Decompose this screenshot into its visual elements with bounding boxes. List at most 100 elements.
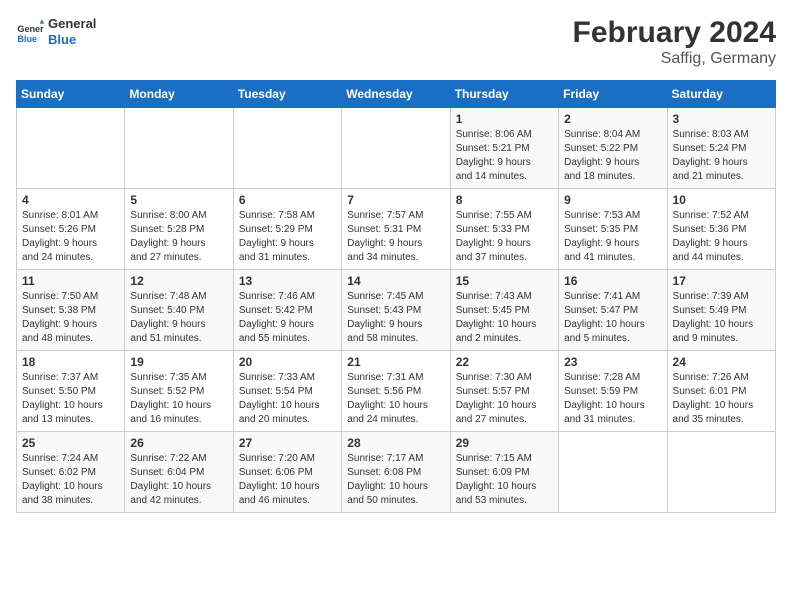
- day-number: 21: [347, 355, 444, 369]
- week-row-5: 25 Sunrise: 7:24 AM Sunset: 6:02 PM Dayli…: [17, 432, 776, 513]
- day-detail: Sunrise: 8:06 AM Sunset: 5:21 PM Dayligh…: [456, 128, 553, 184]
- calendar-cell: 19Sunrise: 7:35 AM Sunset: 5:52 PM Dayli…: [125, 351, 233, 432]
- day-number: 29: [456, 436, 553, 450]
- calendar-cell: 8 Sunrise: 7:55 AM Sunset: 5:33 PM Daylig…: [450, 189, 558, 270]
- day-detail: Sunrise: 8:04 AM Sunset: 5:22 PM Dayligh…: [564, 128, 661, 184]
- title-block: February 2024 Saffig, Germany: [573, 16, 776, 68]
- calendar-cell: 25 Sunrise: 7:24 AM Sunset: 6:02 PM Dayli…: [17, 432, 125, 513]
- day-number: 10: [673, 193, 770, 207]
- day-detail: Sunrise: 7:26 AM Sunset: 6:01 PM Dayligh…: [673, 371, 770, 427]
- calendar-cell: 14 Sunrise: 7:45 AM Sunset: 5:43 PM Dayli…: [342, 270, 450, 351]
- calendar-cell: 11 Sunrise: 7:50 AM Sunset: 5:38 PM Dayli…: [17, 270, 125, 351]
- day-detail: Sunrise: 8:01 AM Sunset: 5:26 PM Dayligh…: [22, 209, 119, 265]
- calendar-cell: 9 Sunrise: 7:53 AM Sunset: 5:35 PM Daylig…: [559, 189, 667, 270]
- day-number: 25: [22, 436, 119, 450]
- day-detail: Sunrise: 7:55 AM Sunset: 5:33 PM Dayligh…: [456, 209, 553, 265]
- day-number: 22: [456, 355, 553, 369]
- header-sunday: Sunday: [17, 81, 125, 108]
- header-tuesday: Tuesday: [233, 81, 341, 108]
- day-number: 14: [347, 274, 444, 288]
- logo-blue: Blue: [48, 32, 96, 48]
- calendar-cell: [17, 108, 125, 189]
- header-saturday: Saturday: [667, 81, 775, 108]
- day-number: 20: [239, 355, 336, 369]
- day-number: 2: [564, 112, 661, 126]
- header-monday: Monday: [125, 81, 233, 108]
- day-number: 18: [22, 355, 119, 369]
- day-detail: Sunrise: 7:20 AM Sunset: 6:06 PM Dayligh…: [239, 452, 336, 508]
- calendar-cell: 21 Sunrise: 7:31 AM Sunset: 5:56 PM Dayli…: [342, 351, 450, 432]
- header-thursday: Thursday: [450, 81, 558, 108]
- calendar-cell: 2 Sunrise: 8:04 AM Sunset: 5:22 PM Daylig…: [559, 108, 667, 189]
- day-number: 9: [564, 193, 661, 207]
- day-number: 24: [673, 355, 770, 369]
- day-detail: Sunrise: 7:17 AM Sunset: 6:08 PM Dayligh…: [347, 452, 444, 508]
- calendar-cell: 7 Sunrise: 7:57 AM Sunset: 5:31 PM Daylig…: [342, 189, 450, 270]
- day-detail: Sunrise: 7:50 AM Sunset: 5:38 PM Dayligh…: [22, 290, 119, 346]
- day-number: 16: [564, 274, 661, 288]
- calendar-cell: 13 Sunrise: 7:46 AM Sunset: 5:42 PM Dayli…: [233, 270, 341, 351]
- day-number: 6: [239, 193, 336, 207]
- calendar-cell: 29 Sunrise: 7:15 AM Sunset: 6:09 PM Dayli…: [450, 432, 558, 513]
- day-number: 26: [130, 436, 227, 450]
- day-number: 5: [130, 193, 227, 207]
- calendar-body: 1 Sunrise: 8:06 AM Sunset: 5:21 PM Daylig…: [17, 108, 776, 513]
- calendar-cell: 20 Sunrise: 7:33 AM Sunset: 5:54 PM Dayli…: [233, 351, 341, 432]
- day-detail: Sunrise: 7:57 AM Sunset: 5:31 PM Dayligh…: [347, 209, 444, 265]
- calendar-cell: 18 Sunrise: 7:37 AM Sunset: 5:50 PM Dayli…: [17, 351, 125, 432]
- calendar-cell: 24 Sunrise: 7:26 AM Sunset: 6:01 PM Dayli…: [667, 351, 775, 432]
- day-detail: Sunrise: 7:24 AM Sunset: 6:02 PM Dayligh…: [22, 452, 119, 508]
- calendar-header: SundayMondayTuesdayWednesdayThursdayFrid…: [17, 81, 776, 108]
- day-detail: Sunrise: 8:00 AM Sunset: 5:28 PM Dayligh…: [130, 209, 227, 265]
- page-title: February 2024: [573, 16, 776, 50]
- day-number: 23: [564, 355, 661, 369]
- calendar-cell: 4Sunrise: 8:01 AM Sunset: 5:26 PM Daylig…: [17, 189, 125, 270]
- day-detail: Sunrise: 7:52 AM Sunset: 5:36 PM Dayligh…: [673, 209, 770, 265]
- day-number: 7: [347, 193, 444, 207]
- week-row-3: 11 Sunrise: 7:50 AM Sunset: 5:38 PM Dayli…: [17, 270, 776, 351]
- logo-general: General: [48, 16, 96, 32]
- day-number: 28: [347, 436, 444, 450]
- day-number: 13: [239, 274, 336, 288]
- day-detail: Sunrise: 7:58 AM Sunset: 5:29 PM Dayligh…: [239, 209, 336, 265]
- calendar-cell: 16 Sunrise: 7:41 AM Sunset: 5:47 PM Dayli…: [559, 270, 667, 351]
- calendar-cell: 23 Sunrise: 7:28 AM Sunset: 5:59 PM Dayli…: [559, 351, 667, 432]
- day-detail: Sunrise: 7:53 AM Sunset: 5:35 PM Dayligh…: [564, 209, 661, 265]
- day-detail: Sunrise: 7:48 AM Sunset: 5:40 PM Dayligh…: [130, 290, 227, 346]
- day-detail: Sunrise: 7:46 AM Sunset: 5:42 PM Dayligh…: [239, 290, 336, 346]
- day-detail: Sunrise: 7:15 AM Sunset: 6:09 PM Dayligh…: [456, 452, 553, 508]
- day-number: 8: [456, 193, 553, 207]
- day-detail: Sunrise: 8:03 AM Sunset: 5:24 PM Dayligh…: [673, 128, 770, 184]
- svg-text:Blue: Blue: [17, 33, 37, 43]
- day-detail: Sunrise: 7:33 AM Sunset: 5:54 PM Dayligh…: [239, 371, 336, 427]
- calendar-cell: [342, 108, 450, 189]
- calendar-cell: 1 Sunrise: 8:06 AM Sunset: 5:21 PM Daylig…: [450, 108, 558, 189]
- calendar-cell: 22Sunrise: 7:30 AM Sunset: 5:57 PM Dayli…: [450, 351, 558, 432]
- day-number: 17: [673, 274, 770, 288]
- day-number: 1: [456, 112, 553, 126]
- calendar-cell: 12 Sunrise: 7:48 AM Sunset: 5:40 PM Dayli…: [125, 270, 233, 351]
- header-friday: Friday: [559, 81, 667, 108]
- calendar-cell: 3Sunrise: 8:03 AM Sunset: 5:24 PM Daylig…: [667, 108, 775, 189]
- day-detail: Sunrise: 7:31 AM Sunset: 5:56 PM Dayligh…: [347, 371, 444, 427]
- calendar-cell: [667, 432, 775, 513]
- day-detail: Sunrise: 7:37 AM Sunset: 5:50 PM Dayligh…: [22, 371, 119, 427]
- day-detail: Sunrise: 7:41 AM Sunset: 5:47 PM Dayligh…: [564, 290, 661, 346]
- calendar-cell: 10 Sunrise: 7:52 AM Sunset: 5:36 PM Dayli…: [667, 189, 775, 270]
- day-detail: Sunrise: 7:45 AM Sunset: 5:43 PM Dayligh…: [347, 290, 444, 346]
- calendar-cell: 15Sunrise: 7:43 AM Sunset: 5:45 PM Dayli…: [450, 270, 558, 351]
- page-subtitle: Saffig, Germany: [573, 50, 776, 68]
- calendar-cell: 5 Sunrise: 8:00 AM Sunset: 5:28 PM Daylig…: [125, 189, 233, 270]
- day-number: 12: [130, 274, 227, 288]
- day-number: 27: [239, 436, 336, 450]
- day-number: 11: [22, 274, 119, 288]
- day-detail: Sunrise: 7:22 AM Sunset: 6:04 PM Dayligh…: [130, 452, 227, 508]
- logo-icon: General Blue: [16, 18, 44, 46]
- calendar-cell: 28 Sunrise: 7:17 AM Sunset: 6:08 PM Dayli…: [342, 432, 450, 513]
- calendar-cell: 27 Sunrise: 7:20 AM Sunset: 6:06 PM Dayli…: [233, 432, 341, 513]
- calendar-cell: 17Sunrise: 7:39 AM Sunset: 5:49 PM Dayli…: [667, 270, 775, 351]
- calendar-cell: 6 Sunrise: 7:58 AM Sunset: 5:29 PM Daylig…: [233, 189, 341, 270]
- calendar-cell: [125, 108, 233, 189]
- day-detail: Sunrise: 7:28 AM Sunset: 5:59 PM Dayligh…: [564, 371, 661, 427]
- logo: General Blue General Blue: [16, 16, 96, 47]
